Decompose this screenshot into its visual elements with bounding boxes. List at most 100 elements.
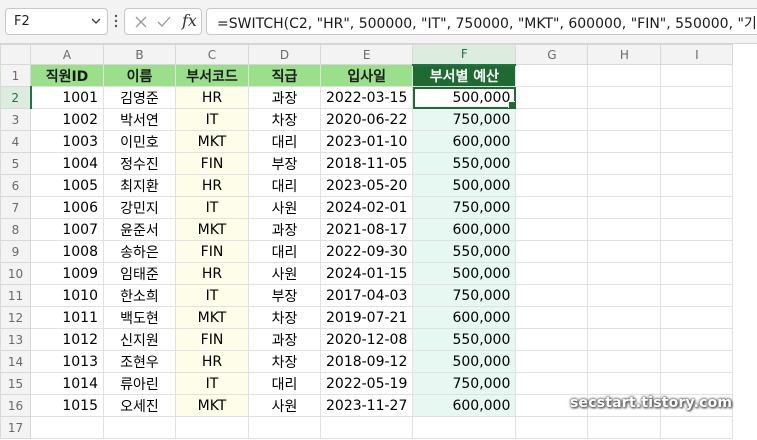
cell-rank[interactable]: 사원 [248,262,321,285]
cell-date[interactable]: 2020-06-22 [319,108,414,131]
empty-cell[interactable] [515,416,589,439]
cell-rank[interactable]: 대리 [248,130,321,153]
empty-cell[interactable] [515,152,589,175]
empty-cell[interactable] [587,416,662,439]
empty-cell[interactable] [515,328,589,351]
cell-budget[interactable]: 500,000 [412,350,517,373]
cell-budget[interactable]: 500,000 [412,262,517,285]
cell-budget[interactable]: 550,000 [412,328,517,351]
row-header[interactable]: 3 [0,108,31,131]
empty-cell[interactable] [660,372,734,395]
empty-cell[interactable] [515,350,589,373]
empty-cell[interactable] [515,262,589,285]
empty-cell[interactable] [412,416,517,439]
row-header[interactable]: 16 [0,394,31,417]
empty-cell[interactable] [587,372,662,395]
empty-cell[interactable] [660,262,734,285]
cell-id[interactable]: 1001 [30,86,104,109]
empty-cell[interactable] [103,416,176,439]
cell-budget[interactable]: 600,000 [412,130,517,153]
empty-cell[interactable] [587,284,662,307]
empty-cell[interactable] [587,306,662,329]
empty-cell[interactable] [660,284,734,307]
column-header-d[interactable]: D [248,44,321,65]
row-header[interactable]: 4 [0,130,31,153]
cell-name[interactable]: 이민호 [103,130,176,153]
more-options-icon[interactable] [113,12,119,30]
empty-cell[interactable] [587,152,662,175]
cell-dept[interactable]: IT [175,196,249,219]
cell-budget[interactable]: 600,000 [412,394,517,417]
cell-rank[interactable]: 차장 [248,350,321,373]
empty-cell[interactable] [587,64,662,87]
empty-cell[interactable] [660,218,734,241]
cell-name[interactable]: 송하은 [103,240,176,263]
cell-dept[interactable]: FIN [175,328,249,351]
cell-rank[interactable]: 과장 [248,218,321,241]
empty-cell[interactable] [660,64,734,87]
row-header[interactable]: 17 [0,416,31,439]
empty-cell[interactable] [515,372,589,395]
cell-dept[interactable]: IT [175,108,249,131]
row-header[interactable]: 7 [0,196,31,219]
cell-id[interactable]: 1007 [30,218,104,241]
cell-budget[interactable]: 500,000 [412,174,517,197]
cell-id[interactable]: 1013 [30,350,104,373]
cell-rank[interactable]: 차장 [248,108,321,131]
cell-id[interactable]: 1002 [30,108,104,131]
row-header[interactable]: 15 [0,372,31,395]
cell-rank[interactable]: 과장 [248,86,321,109]
cell-id[interactable]: 1003 [30,130,104,153]
cell-rank[interactable]: 사원 [248,196,321,219]
cell-date[interactable]: 2018-09-12 [319,350,414,373]
empty-cell[interactable] [587,328,662,351]
empty-cell[interactable] [515,240,589,263]
cell-date[interactable]: 2017-04-03 [319,284,414,307]
cell-name[interactable]: 오세진 [103,394,176,417]
cell-dept[interactable]: HR [175,86,249,109]
cell-dept[interactable]: HR [175,262,249,285]
cell-id[interactable]: 1005 [30,174,104,197]
column-header-b[interactable]: B [103,44,176,65]
cell-id[interactable]: 1006 [30,196,104,219]
cell-name[interactable]: 백도현 [103,306,176,329]
cell-dept[interactable]: MKT [175,130,249,153]
empty-cell[interactable] [587,218,662,241]
empty-cell[interactable] [515,108,589,131]
cell-dept[interactable]: IT [175,372,249,395]
cell-date[interactable]: 2023-01-10 [319,130,414,153]
cell-dept[interactable]: HR [175,174,249,197]
chevron-down-icon[interactable] [89,14,103,28]
column-header-c[interactable]: C [175,44,249,65]
empty-cell[interactable] [175,416,249,439]
empty-cell[interactable] [319,416,414,439]
cell-name[interactable]: 강민지 [103,196,176,219]
row-header[interactable]: 14 [0,350,31,373]
cell-rank[interactable]: 과장 [248,328,321,351]
cell-name[interactable]: 한소희 [103,284,176,307]
cell-date[interactable]: 2018-11-05 [319,152,414,175]
empty-cell[interactable] [515,218,589,241]
cell-rank[interactable]: 대리 [248,174,321,197]
cell-budget[interactable]: 600,000 [412,306,517,329]
cell-budget[interactable]: 550,000 [412,240,517,263]
cell-dept[interactable]: MKT [175,394,249,417]
cell-dept[interactable]: MKT [175,218,249,241]
cell-date[interactable]: 2022-05-19 [319,372,414,395]
row-header[interactable]: 1 [0,64,31,87]
cell-id[interactable]: 1008 [30,240,104,263]
cell-name[interactable]: 신지원 [103,328,176,351]
selected-cell-budget[interactable]: 500,000 [412,86,517,109]
cancel-icon[interactable] [133,14,149,30]
header-cell-budget[interactable]: 부서별 예산 [412,64,517,87]
header-cell-date[interactable]: 입사일 [319,64,414,87]
cell-name[interactable]: 최지환 [103,174,176,197]
select-all-corner[interactable] [0,44,31,65]
column-header-e[interactable]: E [319,44,414,65]
empty-cell[interactable] [660,240,734,263]
empty-cell[interactable] [515,196,589,219]
cell-budget[interactable]: 550,000 [412,152,517,175]
empty-cell[interactable] [660,196,734,219]
empty-cell[interactable] [515,86,589,109]
cell-id[interactable]: 1011 [30,306,104,329]
